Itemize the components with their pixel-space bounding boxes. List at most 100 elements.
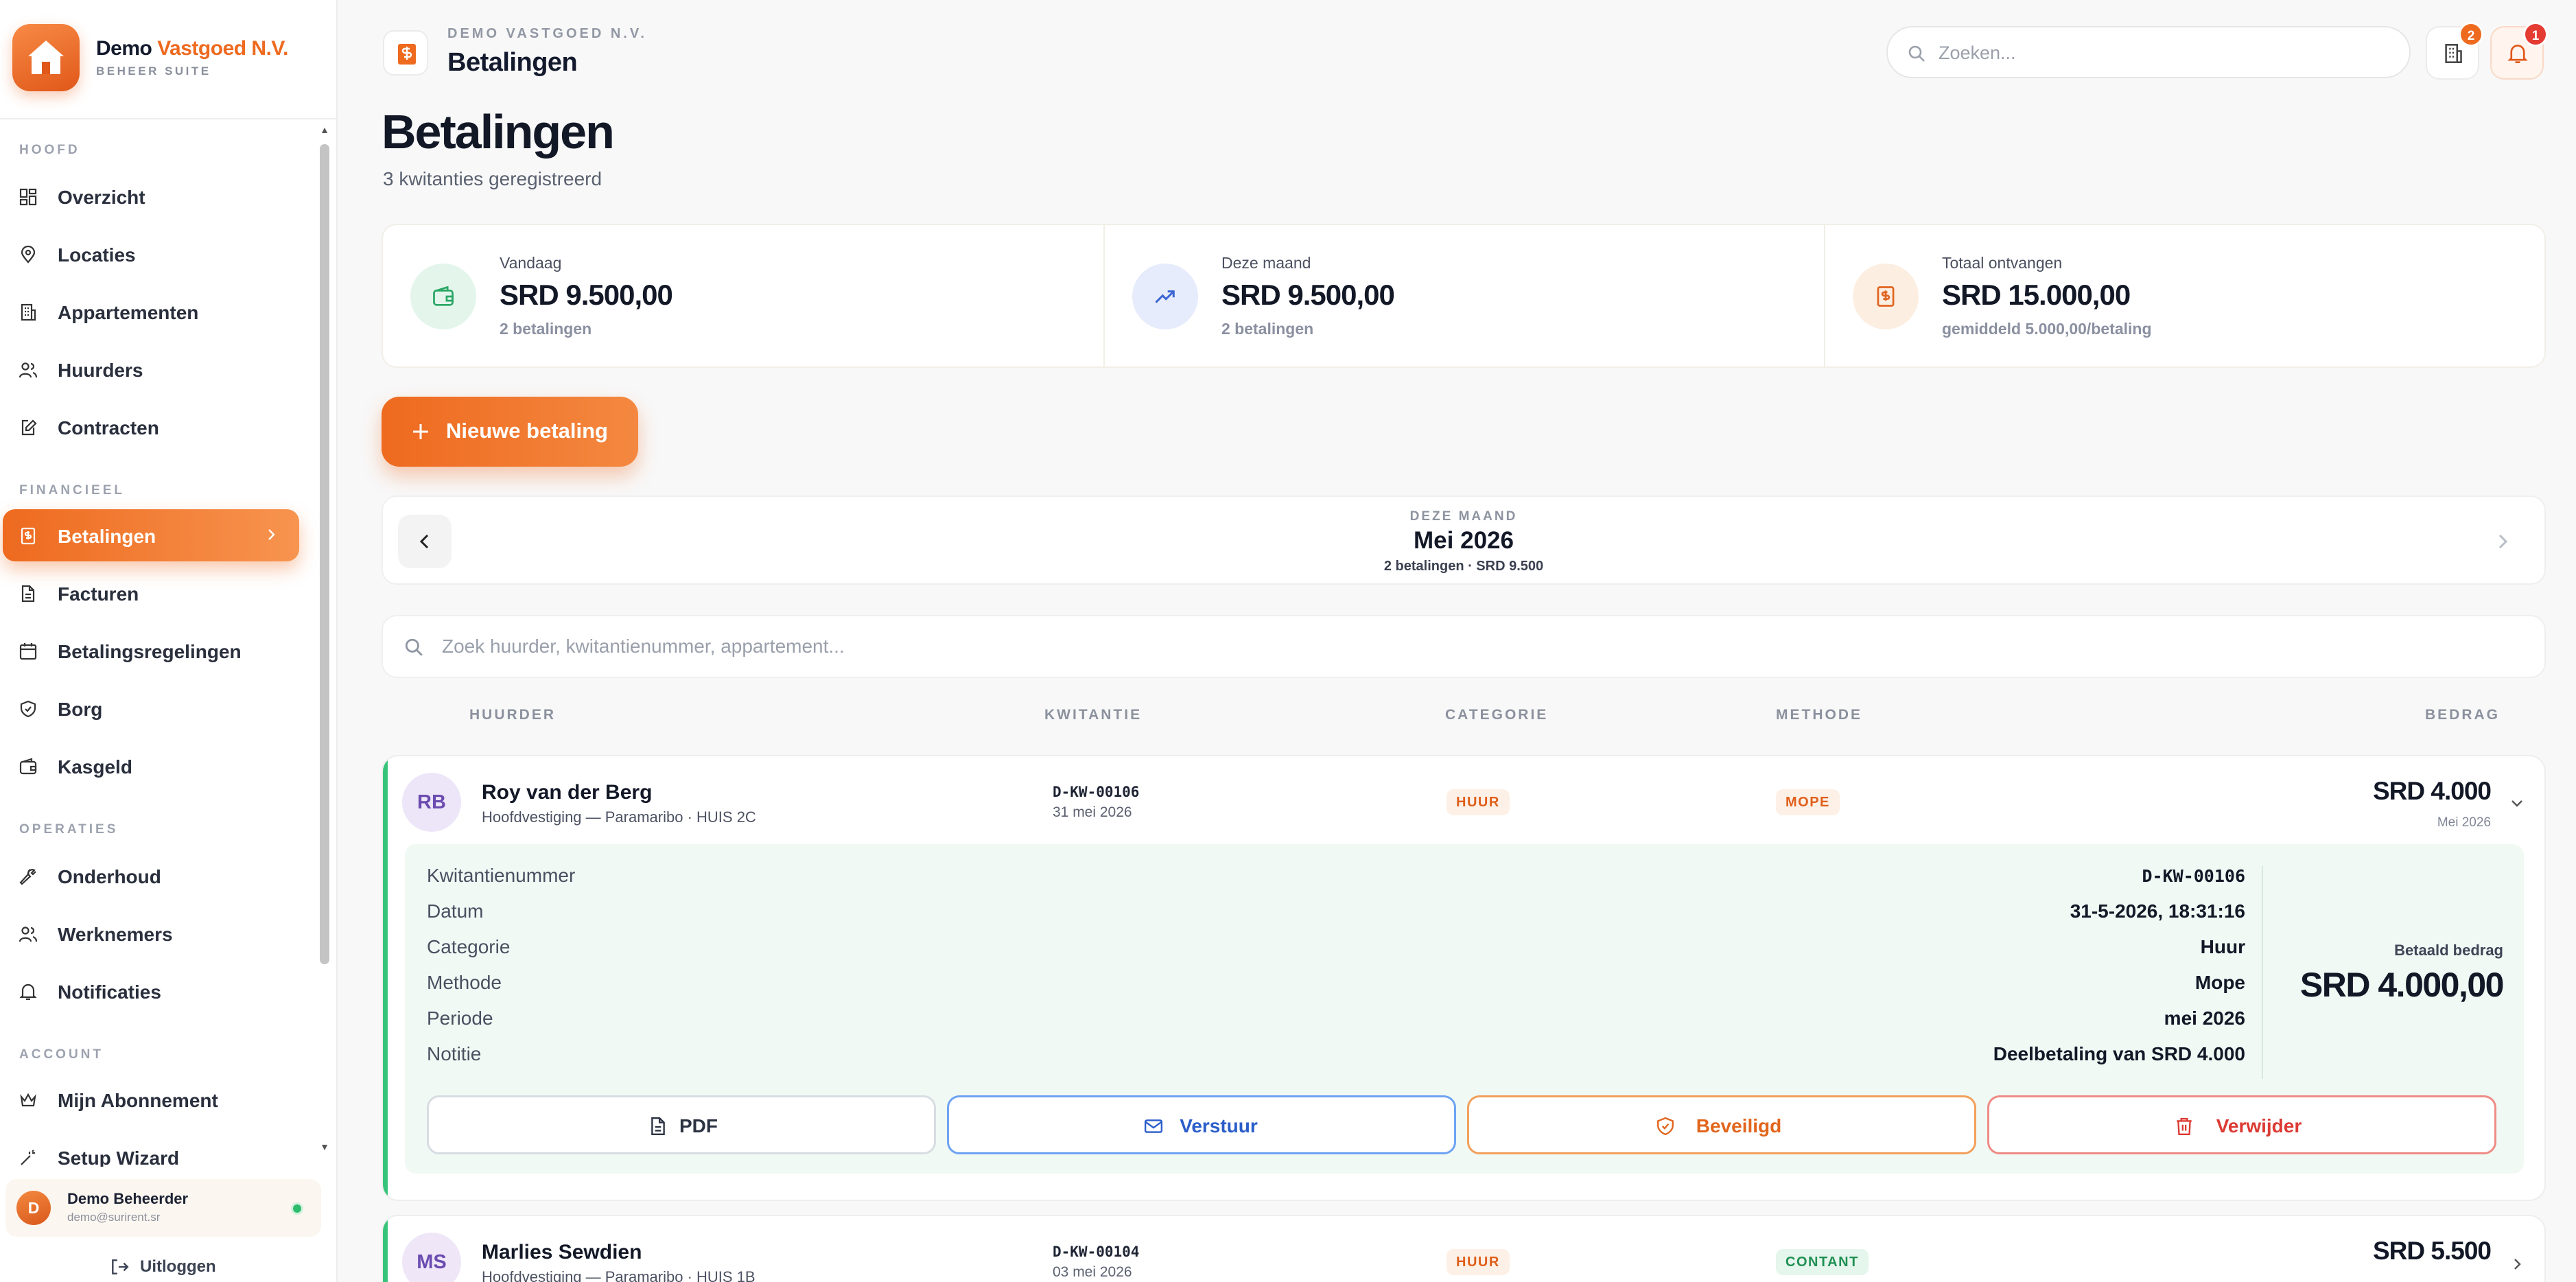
sidebar-item-contracten[interactable]: Contracten	[3, 401, 299, 453]
sidebar-item-setup-wizard[interactable]: Setup Wizard	[3, 1131, 299, 1167]
sidebar-item-label: Locaties	[58, 244, 136, 266]
scroll-down-arrow-icon[interactable]: ▼	[319, 1142, 330, 1152]
detail-key: Categorie	[427, 936, 511, 957]
building-icon	[2445, 44, 2462, 63]
sidebar-item-onderhoud[interactable]: Onderhoud	[3, 850, 299, 902]
detail-value: Deelbetaling van SRD 4.000	[1993, 1043, 2245, 1064]
building-icon	[21, 303, 36, 321]
sidebar-item-appartementen[interactable]: Appartementen	[3, 285, 299, 338]
sidebar-item-kasgeld[interactable]: Kasgeld	[3, 740, 299, 792]
dashboard-icon	[19, 188, 37, 206]
row-accent-bar	[383, 1216, 388, 1282]
sidebar-item-facturen[interactable]: Facturen	[3, 567, 299, 619]
sidebar-item-mijn-abonnement[interactable]: Mijn Abonnement	[3, 1073, 299, 1126]
global-search-input[interactable]: Zoeken...	[1886, 26, 2411, 78]
receipt-date: 31 mei 2026	[1053, 804, 1132, 820]
stat-label: Deze maand	[1221, 254, 1311, 272]
secured-label: Beveiligd	[1696, 1115, 1782, 1137]
logout-icon	[112, 1259, 129, 1274]
row-accent-bar	[383, 756, 388, 1200]
notifications-button[interactable]: 1	[2490, 22, 2548, 80]
receipt-icon	[1853, 264, 1919, 329]
column-header-bedrag[interactable]: BEDRAG	[2425, 707, 2500, 723]
paid-amount-label: Betaald bedrag	[2394, 942, 2503, 959]
delete-label: Verwijder	[2216, 1115, 2302, 1137]
sidebar-item-label: Notificaties	[58, 981, 161, 1003]
plus-icon	[413, 424, 428, 439]
new-payment-button[interactable]: Nieuwe betaling	[382, 397, 638, 467]
section-account: ACCOUNT	[19, 1047, 104, 1062]
receipt-number: D-KW-00104	[1053, 1244, 1140, 1260]
shield-icon	[20, 700, 36, 718]
brand-header: Demo Vastgoed N.V. BEHEER SUITE	[0, 0, 336, 119]
detail-value: D-KW-00106	[2142, 866, 2245, 886]
chevron-down-icon[interactable]	[2509, 795, 2525, 811]
page-subtitle: 3 kwitanties geregistreerd	[383, 168, 602, 189]
buildings-button[interactable]: 2	[2426, 22, 2483, 80]
delete-button[interactable]: Verwijder	[1987, 1095, 2496, 1154]
next-month-button[interactable]	[2476, 515, 2529, 568]
send-button[interactable]: Verstuur	[947, 1095, 1456, 1154]
sidebar-scroll-thumb[interactable]	[320, 144, 329, 964]
pdf-button[interactable]: PDF	[427, 1095, 936, 1154]
detail-key: Periode	[427, 1007, 493, 1029]
notification-count-badge: 1	[2523, 22, 2548, 47]
scroll-up-arrow-icon[interactable]: ▲	[319, 125, 330, 135]
sidebar-item-notificaties[interactable]: Notificaties	[3, 965, 299, 1017]
sidebar-item-overzicht[interactable]: Overzicht	[3, 170, 299, 222]
chevron-right-icon[interactable]	[2509, 1256, 2525, 1272]
sidebar-item-borg[interactable]: Borg	[3, 682, 299, 734]
user-profile-card[interactable]: D Demo Beheerder demo@surirent.sr	[5, 1179, 321, 1237]
company-name: DEMO VASTGOED N.V.	[447, 26, 647, 41]
sidebar-item-label: Borg	[58, 699, 103, 720]
sidebar-item-betalingen[interactable]: Betalingen	[3, 509, 299, 561]
crown-icon	[20, 1093, 36, 1107]
sidebar-item-betalingsregelingen[interactable]: Betalingsregelingen	[3, 625, 299, 677]
search-placeholder: Zoeken...	[1939, 43, 2016, 63]
sidebar-item-label: Setup Wizard	[58, 1147, 180, 1167]
users-icon	[19, 362, 37, 378]
section-financieel: FINANCIEEL	[19, 483, 125, 498]
home-logo-icon[interactable]	[12, 24, 80, 91]
category-badge: HUUR	[1447, 1249, 1510, 1275]
detail-value: mei 2026	[2164, 1007, 2245, 1029]
brand-name-primary: Demo	[96, 37, 152, 60]
brand-subtitle: BEHEER SUITE	[96, 65, 211, 78]
stat-sub: 2 betalingen	[500, 320, 592, 338]
sidebar-item-label: Mijn Abonnement	[58, 1090, 218, 1111]
payment-row[interactable]: MS Marlies Sewdien Hoofdvestiging — Para…	[382, 1215, 2546, 1282]
stat-value: SRD 9.500,00	[1221, 279, 1395, 311]
sidebar-item-label: Kasgeld	[58, 756, 132, 778]
bell-icon	[2507, 45, 2528, 64]
pdf-label: PDF	[679, 1115, 718, 1137]
sidebar: Demo Vastgoed N.V. BEHEER SUITE HOOFD Ov…	[0, 0, 338, 1282]
month-navigator: DEZE MAAND Mei 2026 2 betalingen · SRD 9…	[382, 496, 2546, 585]
month-caption: DEZE MAAND	[1409, 509, 1518, 524]
wrench-icon	[19, 869, 36, 885]
detail-value: 31-5-2026, 18:31:16	[2070, 900, 2245, 922]
sidebar-item-locaties[interactable]: Locaties	[3, 228, 299, 280]
column-header-categorie[interactable]: CATEGORIE	[1445, 707, 1548, 723]
main-content: DEMO VASTGOED N.V. Betalingen Zoeken... …	[339, 0, 2576, 1282]
column-header-methode[interactable]: METHODE	[1776, 707, 1862, 723]
payment-search-input[interactable]: Zoek huurder, kwitantienummer, apparteme…	[382, 615, 2546, 678]
bell-icon	[19, 983, 37, 1001]
detail-key: Kwitantienummer	[427, 865, 576, 886]
column-header-huurder[interactable]: HUURDER	[469, 707, 556, 723]
logout-label: Uitloggen	[140, 1257, 216, 1276]
detail-key: Datum	[427, 900, 484, 922]
new-payment-label: Nieuwe betaling	[446, 419, 608, 443]
payment-row[interactable]: RB Roy van der Berg Hoofdvestiging — Par…	[382, 755, 2546, 1201]
category-badge: HUUR	[1447, 789, 1510, 815]
sidebar-item-werknemers[interactable]: Werknemers	[3, 907, 299, 959]
secured-button[interactable]: Beveiligd	[1467, 1095, 1976, 1154]
stat-label: Totaal ontvangen	[1942, 254, 2063, 272]
tenant-name: Roy van der Berg	[482, 781, 653, 804]
wand-icon	[21, 1150, 35, 1165]
wallet-icon	[410, 264, 476, 329]
user-name: Demo Beheerder	[67, 1190, 189, 1207]
column-header-kwitantie[interactable]: KWITANTIE	[1044, 707, 1142, 723]
sidebar-item-huurders[interactable]: Huurders	[3, 343, 299, 395]
sidebar-item-label: Betalingen	[58, 526, 156, 547]
receipt-date: 03 mei 2026	[1053, 1264, 1132, 1280]
